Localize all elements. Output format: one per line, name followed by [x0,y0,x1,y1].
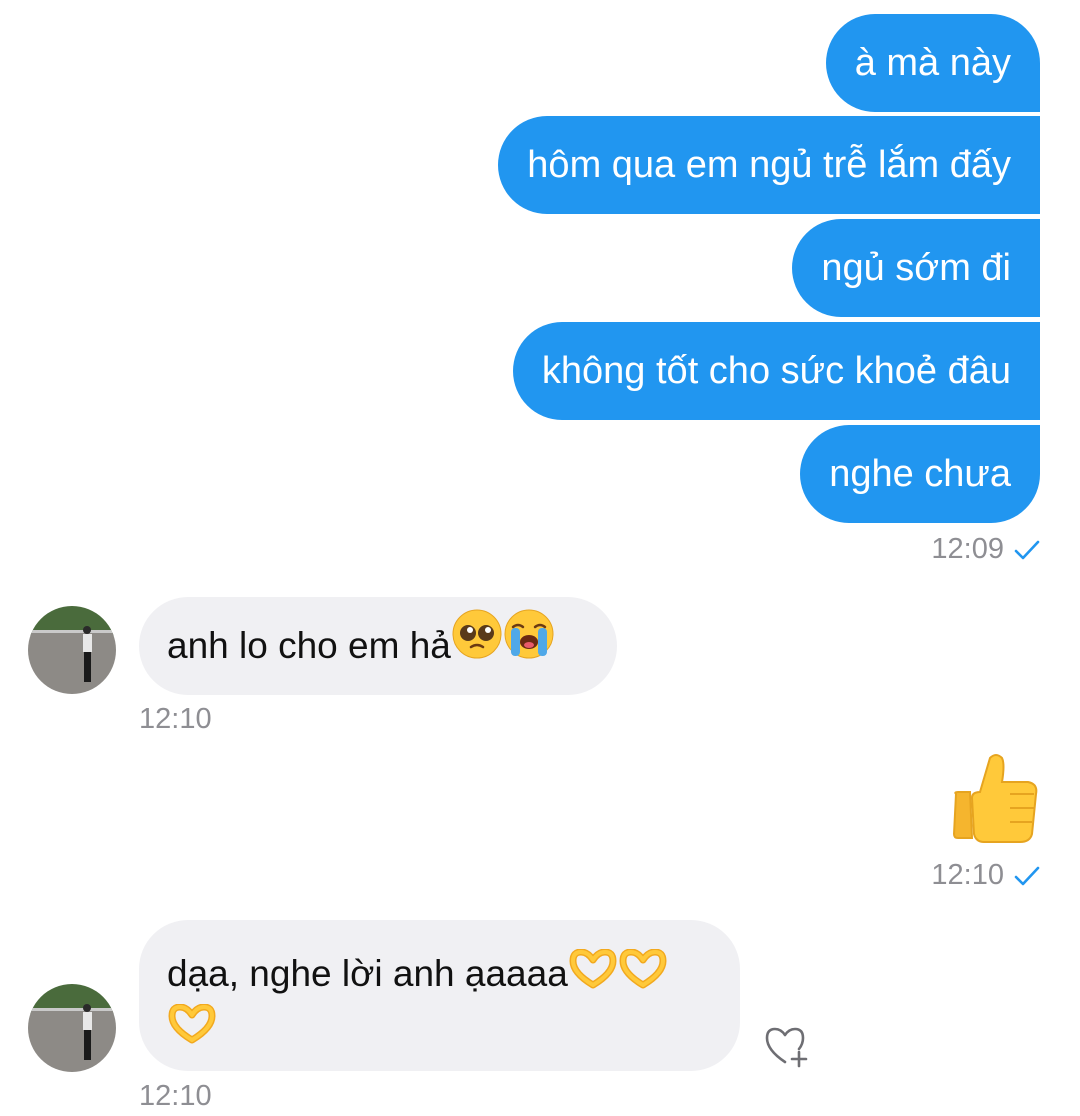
timestamp: 12:10 [139,703,212,735]
outgoing-message-bubble[interactable]: hôm qua em ngủ trễ lắm đấy [498,116,1040,214]
message-text: ngủ sớm đi [821,247,1011,289]
message-text: anh lo cho em hả [167,625,451,666]
avatar[interactable] [28,606,116,694]
avatar[interactable] [28,984,116,1072]
thumbs-up-emoji[interactable] [950,752,1040,849]
message-meta: 12:10 [139,1080,212,1113]
heart-hands-emoji [568,948,618,1003]
message-text: à mà này [854,42,1011,84]
incoming-message-bubble[interactable]: anh lo cho em hả [139,597,617,695]
outgoing-message-bubble[interactable]: ngủ sớm đi [792,219,1040,317]
heart-hands-emoji [618,948,668,1003]
timestamp: 12:10 [931,859,1004,891]
outgoing-message-bubble[interactable]: à mà này [825,14,1040,112]
message-meta: 12:10 [139,703,212,736]
pleading-face-emoji [451,599,503,697]
message-text: không tốt cho sức khoẻ đâu [541,350,1011,392]
check-icon [1014,865,1040,887]
check-icon [1014,539,1040,561]
outgoing-message-bubble[interactable]: không tốt cho sức khoẻ đâu [512,322,1040,420]
outgoing-message-bubble[interactable]: nghe chưa [800,425,1040,523]
timestamp: 12:10 [139,1080,212,1112]
message-text: hôm qua em ngủ trễ lắm đấy [527,144,1011,186]
heart-plus-icon[interactable] [763,1024,811,1073]
loudly-crying-face-emoji [503,599,555,697]
incoming-message-bubble[interactable]: dạa, nghe lời anh ạaaaa [139,920,740,1071]
timestamp: 12:09 [931,533,1004,565]
message-text: dạa, nghe lời anh ạaaaa [167,953,568,994]
message-meta: 12:10 [931,859,1040,892]
message-text: nghe chưa [829,453,1011,495]
heart-hands-emoji [167,1003,217,1058]
message-meta: 12:09 [931,533,1040,566]
